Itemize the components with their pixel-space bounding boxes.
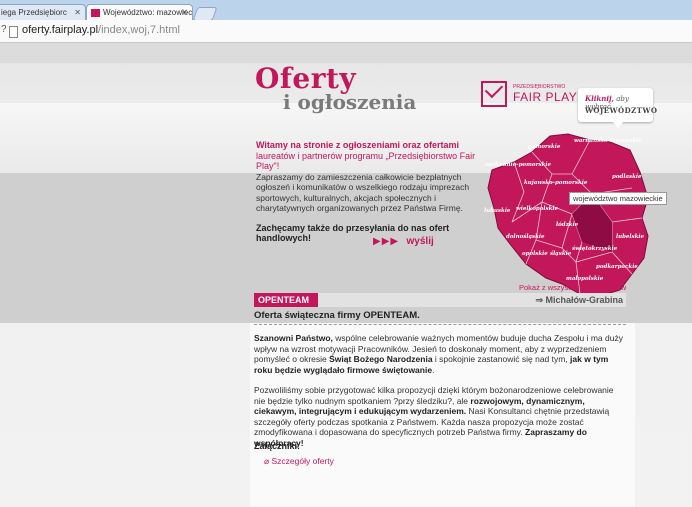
show-all-regions-link[interactable]: Pokaż z wszystkich województw [519,283,626,292]
intro-subheading: laureatów i partnerów programu „Przedsię… [256,150,476,172]
close-tab-icon[interactable]: ✕ [181,5,188,20]
send-label: wyślij [406,236,434,247]
region-label: łódzkie [555,221,579,228]
tab-title: iega Przedsiębiorc [1,8,67,17]
region-label: dolnośląskie [506,234,545,240]
top-band [0,43,692,63]
favicon-icon [91,8,100,17]
arrows-icon: ▶▶▶ [373,236,400,247]
attachments-heading: Załączniki: [254,441,301,451]
paperclip-icon: ⌀ [264,456,270,466]
region-label: podkarpackie [596,264,638,270]
intro-text: Witamy na stronie z ogłoszeniami oraz of… [256,140,481,244]
address-bar[interactable]: ? oferty.fairplay.pl/index,woj,7.html [0,20,692,43]
region-label: podlaskie [612,174,642,180]
choose-region-callout: Kliknij, aby wybrać WOJEWÓDZTWO [578,88,657,122]
browser-tab-active[interactable]: Województwo: mazowieck ✕ [86,4,193,20]
region-label: małopolskie [566,276,604,282]
region-label: śląskie [550,251,572,257]
intro-cta: Zachęcamy także do przesyłania do nas of… [256,222,450,244]
region-label: kujawsko-pomorskie [524,180,588,186]
page-icon [9,26,18,38]
offer-paragraph-1: Szanowni Państwo, wspólne celebrowanie w… [254,333,623,375]
offer-paragraph-2: Pozwoliliśmy sobie przygotować kilka pro… [254,385,614,448]
map-outline [487,133,649,297]
region-label: wielkopolskie [516,206,558,212]
region-label: opolskie [522,251,548,257]
browser-tab-bar: iega Przedsiębiorc ✕ Województwo: mazowi… [0,0,692,21]
site-subtitle: i ogłoszenia [283,90,417,114]
map-tooltip: województwo mazowieckie [569,192,667,205]
url-text[interactable]: oferty.fairplay.pl/index,woj,7.html [22,24,180,36]
attachment-link[interactable]: ⌀ Szczegóły oferty [264,456,334,467]
offer-body: Szanowni Państwo, wspólne celebrowanie w… [254,333,626,458]
offer-title: Oferta świąteczna firmy OPENTEAM. [254,310,420,321]
tab-title: Województwo: mazowieck [103,8,193,17]
region-label: zachodnio-pomorskie [484,162,551,168]
region-label: świętokrzyskie [572,246,618,252]
intro-paragraph: Zapraszamy do zamieszczenia całkowicie b… [256,171,470,214]
region-label: warmińsko-mazurskie [574,138,642,144]
nav-back-icon[interactable]: ? [1,24,7,35]
browser-tab[interactable]: iega Przedsiębiorc ✕ [0,4,86,20]
company-tag: OPENTEAM [254,293,318,307]
intro-heading: Witamy na stronie z ogłoszeniami oraz of… [256,140,459,150]
send-button[interactable]: ▶▶▶ wyślij [373,231,434,247]
region-label: pomorskie [528,144,561,150]
region-label: lubelskie [616,234,645,240]
divider [254,324,626,325]
region-label: lubuskie [484,208,511,214]
new-tab-button[interactable] [192,7,218,21]
close-tab-icon[interactable]: ✕ [74,5,81,20]
offer-location: ⇒ Michałów-Grabina [535,295,623,305]
